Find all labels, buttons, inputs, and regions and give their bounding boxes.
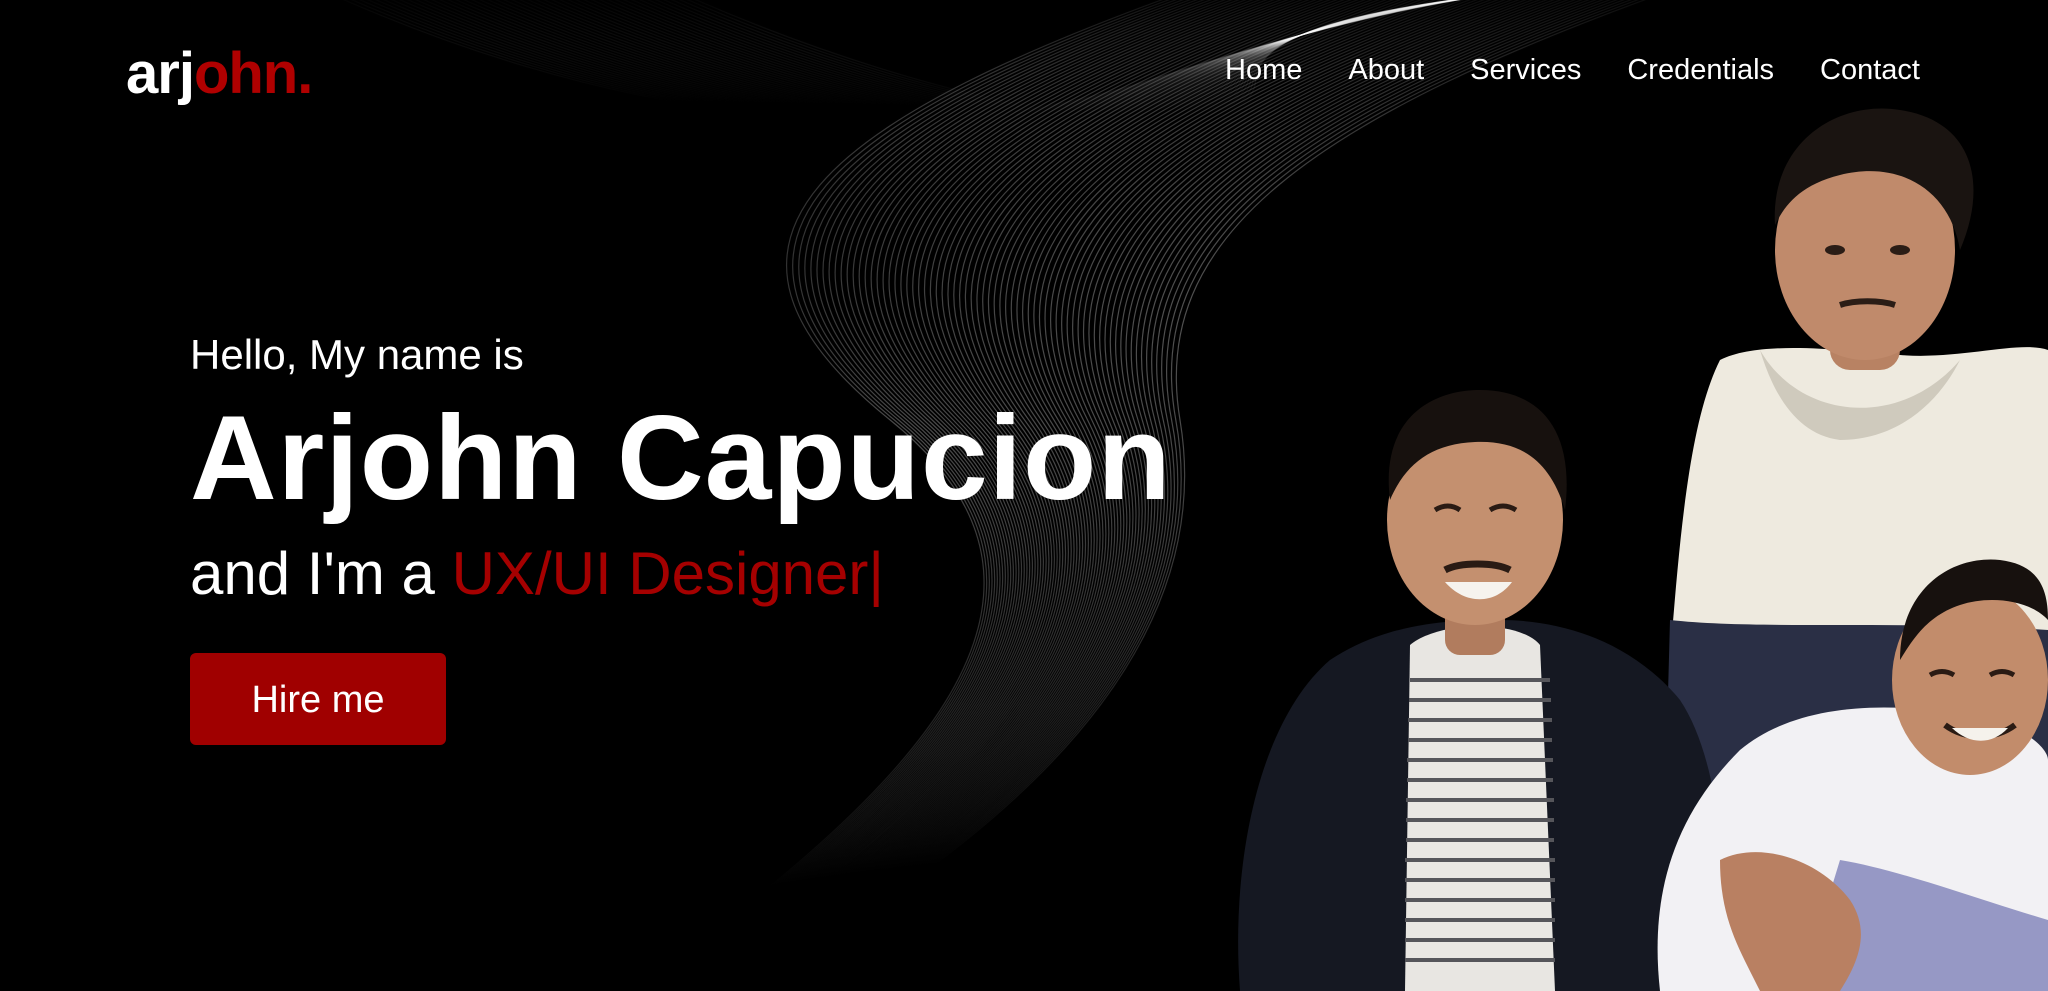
hero-greeting: Hello, My name is [190,331,524,378]
main-nav: Home About Services Credentials Contact [1225,48,1920,92]
nav-credentials[interactable]: Credentials [1627,48,1774,92]
hire-me-button[interactable]: Hire me [190,653,446,745]
hero-name: Arjohn Capucion [190,391,1172,525]
logo-text-red: ohn. [193,41,313,106]
nav-home[interactable]: Home [1225,48,1302,92]
profile-photos [1238,108,2048,991]
nav-contact[interactable]: Contact [1820,48,1920,92]
hero-section: Hello, My name is Arjohn Capucion and I'… [190,325,1172,745]
nav-about[interactable]: About [1348,48,1424,92]
logo-text-white: arj [126,41,195,106]
hero-role-line: and I'm a UX/UI Designer| [190,535,1172,613]
hero-role: UX/UI Designer| [451,540,884,607]
hero-role-prefix: and I'm a [190,540,452,607]
photo-person-smiling [1238,390,1724,991]
nav-services[interactable]: Services [1470,48,1581,92]
logo[interactable]: arjohn. [126,38,313,110]
portfolio-page: arjohn. Home About Services Credentials … [0,0,2048,991]
site-header: arjohn. Home About Services Credentials … [0,0,2048,140]
